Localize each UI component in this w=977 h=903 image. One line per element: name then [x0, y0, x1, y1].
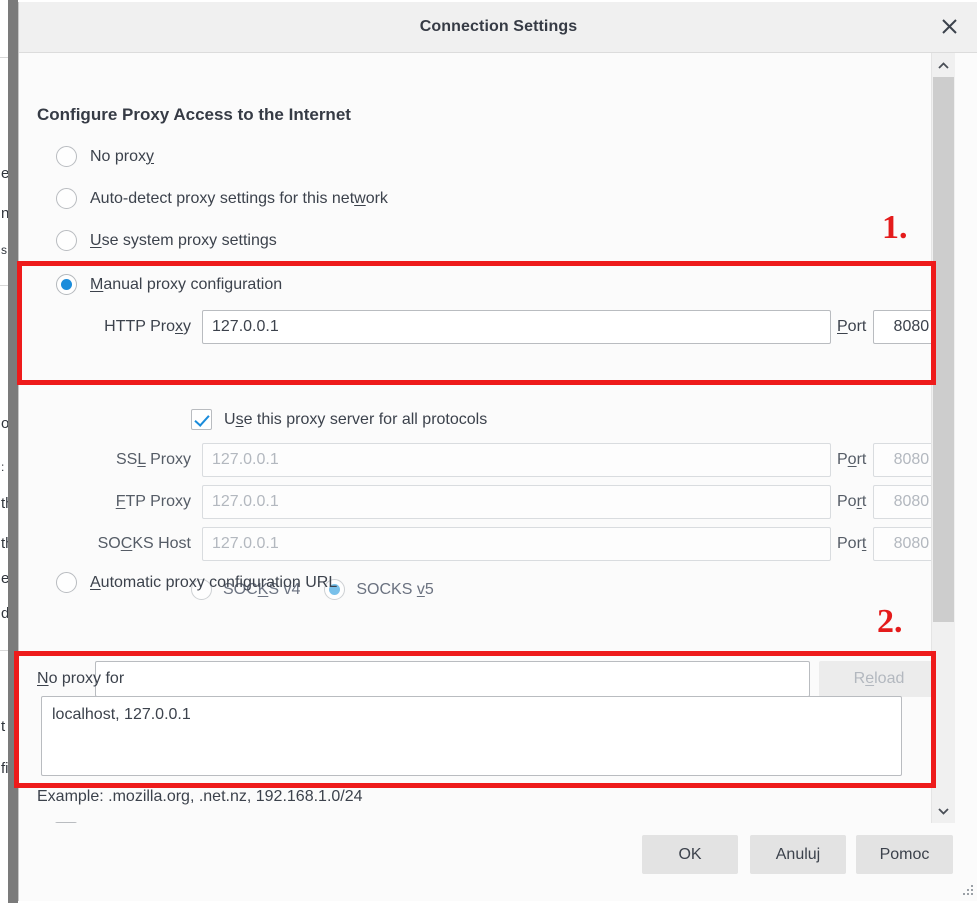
- mnemonic: C: [120, 535, 133, 552]
- checkbox-all-protocols[interactable]: Use this proxy server for all protocols: [191, 409, 487, 430]
- radio-label-socks-v5: SOCKS v5: [356, 580, 434, 598]
- mnemonic: A: [90, 573, 101, 591]
- http-proxy-label: HTTP Proxy: [104, 318, 191, 335]
- radio-indicator: [56, 572, 77, 593]
- ssl-port-input[interactable]: 8080: [873, 443, 931, 477]
- radio-label-auto-detect: Auto-detect proxy settings for this netw…: [90, 189, 388, 207]
- window-shadow: [8, 0, 18, 903]
- radio-indicator: [56, 230, 77, 251]
- close-icon[interactable]: [920, 2, 977, 51]
- radio-automatic-url[interactable]: Automatic proxy configuration URL: [56, 572, 337, 593]
- mnemonic: P: [837, 318, 848, 335]
- radio-label-automatic-url: Automatic proxy configuration URL: [90, 573, 338, 591]
- mnemonic: N: [37, 670, 49, 687]
- background-window-fragment: e n s o : th th e d t fi: [0, 0, 18, 903]
- mnemonic: w: [354, 189, 366, 207]
- mnemonic: M: [90, 275, 104, 293]
- ssl-proxy-input[interactable]: 127.0.0.1: [202, 443, 831, 477]
- bg-text-fragment: s: [1, 243, 7, 257]
- socks-host-row: SOCKS Host 127.0.0.1 Port 8080: [79, 527, 931, 561]
- mnemonic: t: [861, 535, 867, 552]
- radio-auto-detect[interactable]: Auto-detect proxy settings for this netw…: [56, 188, 388, 209]
- radio-indicator: [56, 146, 77, 167]
- ssl-port-label: Port: [837, 451, 867, 468]
- bg-text-fragment: t: [1, 718, 6, 735]
- mnemonic: U: [90, 231, 102, 249]
- radio-manual-proxy[interactable]: Manual proxy configuration: [56, 274, 282, 295]
- radio-label-no-proxy: No proxy: [90, 147, 155, 165]
- ftp-port-input[interactable]: 8080: [873, 485, 931, 519]
- checkbox-label-all-protocols: Use this proxy server for all protocols: [224, 410, 488, 428]
- radio-indicator: [56, 188, 77, 209]
- mnemonic: o: [847, 451, 857, 468]
- dialog-titlebar: Connection Settings: [19, 2, 977, 53]
- dialog-title: Connection Settings: [419, 18, 578, 35]
- http-proxy-input[interactable]: 127.0.0.1: [202, 310, 831, 344]
- socks-host-label: SOCKS Host: [97, 535, 191, 552]
- chevron-up-icon[interactable]: [932, 53, 955, 77]
- no-proxy-for-textarea[interactable]: localhost, 127.0.0.1: [41, 696, 902, 776]
- bg-text-fragment: :: [1, 460, 5, 474]
- screen: e n s o : th th e d t fi Connection Sett…: [0, 0, 977, 903]
- http-proxy-row: HTTP Proxy 127.0.0.1 Port 8080: [79, 310, 931, 344]
- ok-button[interactable]: OK: [642, 835, 738, 874]
- scrollbar-thumb[interactable]: [933, 77, 954, 622]
- no-proxy-example-text: Example: .mozilla.org, .net.nz, 192.168.…: [37, 788, 363, 805]
- mnemonic: v: [416, 580, 425, 598]
- ftp-proxy-label: FTP Proxy: [115, 493, 191, 510]
- radio-label-manual-proxy: Manual proxy configuration: [90, 275, 283, 293]
- ssl-proxy-row: SSL Proxy 127.0.0.1 Port 8080: [79, 443, 931, 477]
- vertical-scrollbar[interactable]: [931, 53, 955, 823]
- mnemonic: x: [175, 318, 183, 335]
- radio-no-proxy[interactable]: No proxy: [56, 146, 154, 167]
- radio-label-use-system: Use system proxy settings: [90, 231, 277, 249]
- ssl-proxy-label: SSL Proxy: [116, 451, 191, 468]
- section-heading: Configure Proxy Access to the Internet: [37, 105, 351, 124]
- ftp-proxy-row: FTP Proxy 127.0.0.1 Port 8080: [79, 485, 931, 519]
- mnemonic: e: [865, 670, 875, 687]
- chevron-down-icon[interactable]: [932, 799, 955, 823]
- no-proxy-for-label: No proxy for: [37, 670, 125, 687]
- dialog-content: Configure Proxy Access to the Internet N…: [19, 53, 931, 823]
- pac-url-input[interactable]: [95, 661, 810, 697]
- mnemonic: s: [235, 410, 244, 428]
- reload-button[interactable]: Re load: [819, 661, 931, 697]
- radio-use-system[interactable]: Use system proxy settings: [56, 230, 277, 251]
- cancel-button[interactable]: Anuluj: [750, 835, 846, 874]
- mnemonic: r: [856, 493, 862, 510]
- socks-port-label: Port: [837, 535, 867, 552]
- ftp-port-label: Port: [837, 493, 867, 510]
- mnemonic: F: [115, 493, 126, 510]
- http-port-input[interactable]: 8080: [873, 310, 931, 344]
- socks-host-input[interactable]: 127.0.0.1: [202, 527, 831, 561]
- ftp-proxy-input[interactable]: 127.0.0.1: [202, 485, 831, 519]
- help-button[interactable]: Pomoc: [856, 835, 953, 874]
- dialog-button-bar: OK Anuluj Pomoc: [19, 823, 977, 901]
- http-port-label: Port: [837, 318, 867, 335]
- connection-settings-dialog: Connection Settings Configure Proxy Acce…: [18, 2, 977, 901]
- mnemonic: y: [146, 147, 155, 165]
- radio-indicator-selected: [56, 274, 77, 295]
- checkbox-indicator-checked: [191, 409, 212, 430]
- socks-port-input[interactable]: 8080: [873, 527, 931, 561]
- mnemonic: L: [137, 451, 146, 468]
- resize-grip[interactable]: [962, 885, 974, 897]
